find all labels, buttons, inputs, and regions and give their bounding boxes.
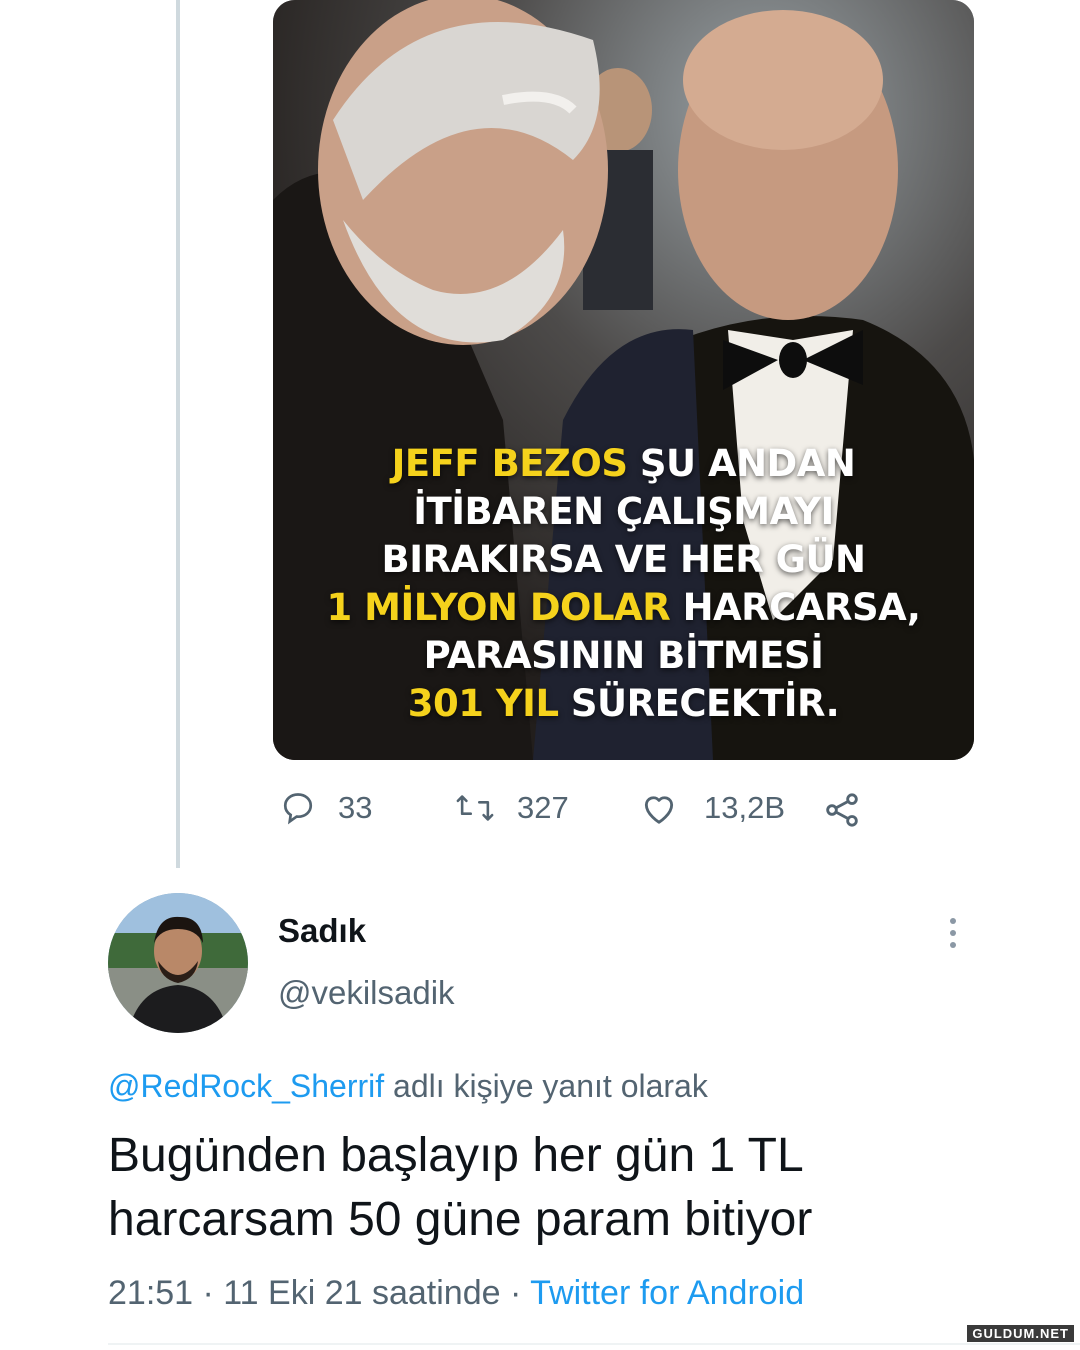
timestamp[interactable]: 21:51 · 11 Eki 21 saatinde · <box>108 1274 530 1312</box>
tweet-source-link[interactable]: Twitter for Android <box>530 1274 804 1312</box>
like-button[interactable]: 13,2B <box>640 790 785 826</box>
avatar[interactable] <box>108 893 248 1033</box>
tweet-media-image[interactable]: JEFF BEZOS ŞU ANDAN İTİBAREN ÇALIŞMAYI BIR… <box>273 0 974 760</box>
share-icon <box>826 793 858 827</box>
caption-text: BIRAKIRSA VE HER GÜN <box>381 538 866 581</box>
reply-mention-link[interactable]: @RedRock_Sherrif <box>108 1068 384 1104</box>
share-button[interactable] <box>822 790 862 830</box>
display-name[interactable]: Sadık <box>278 912 366 950</box>
caption-line: İTİBAREN ÇALIŞMAYI <box>303 488 944 536</box>
caption-line: 301 YIL SÜRECEKTİR. <box>303 680 944 728</box>
retweet-icon <box>456 795 494 821</box>
reply-to-suffix: adlı kişiye yanıt olarak <box>384 1068 708 1104</box>
divider <box>108 1343 1080 1345</box>
replying-to: @RedRock_Sherrif adlı kişiye yanıt olara… <box>108 1068 708 1105</box>
tweet-text-line-1: Bugünden başlayıp her gün 1 TL <box>108 1129 804 1182</box>
tweet-text: Bugünden başlayıp her gün 1 TL harcarsam… <box>108 1124 1028 1252</box>
tweet-text-line-2: harcarsam 50 güne param bitiyor <box>108 1193 813 1246</box>
reply-count: 33 <box>338 790 373 825</box>
watermark-logo: GULDUM.NET <box>967 1325 1074 1342</box>
more-options-icon[interactable] <box>946 918 960 952</box>
caption-text: İTİBAREN ÇALIŞMAYI <box>413 490 834 533</box>
tweet-metadata: 21:51 · 11 Eki 21 saatinde · Twitter for… <box>108 1274 804 1313</box>
caption-text: HARCARSA, <box>670 586 921 629</box>
username[interactable]: @vekilsadik <box>278 974 455 1012</box>
caption-text: ŞU ANDAN <box>627 442 856 485</box>
retweet-button[interactable]: 327 <box>455 790 569 826</box>
image-caption-overlay: JEFF BEZOS ŞU ANDAN İTİBAREN ÇALIŞMAYI BIR… <box>303 440 944 728</box>
reply-icon <box>283 793 313 825</box>
caption-text: SÜRECEKTİR. <box>558 682 840 725</box>
caption-line: BIRAKIRSA VE HER GÜN <box>303 536 944 584</box>
caption-highlight: 301 YIL <box>407 682 559 725</box>
like-icon <box>644 796 674 824</box>
like-count: 13,2B <box>704 790 786 825</box>
reply-button[interactable]: 33 <box>280 790 372 826</box>
caption-highlight: JEFF BEZOS <box>391 442 628 485</box>
caption-line: PARASININ BİTMESİ <box>303 632 944 680</box>
caption-line: JEFF BEZOS ŞU ANDAN <box>303 440 944 488</box>
retweet-count: 327 <box>517 790 569 825</box>
caption-highlight: 1 MİLYON DOLAR <box>326 586 671 629</box>
caption-text: PARASININ BİTMESİ <box>423 634 824 677</box>
tweet-action-bar: 33 327 13,2B <box>0 790 1080 834</box>
thread-connector-line <box>176 0 180 868</box>
caption-line: 1 MİLYON DOLAR HARCARSA, <box>303 584 944 632</box>
avatar-photo <box>108 893 248 1033</box>
